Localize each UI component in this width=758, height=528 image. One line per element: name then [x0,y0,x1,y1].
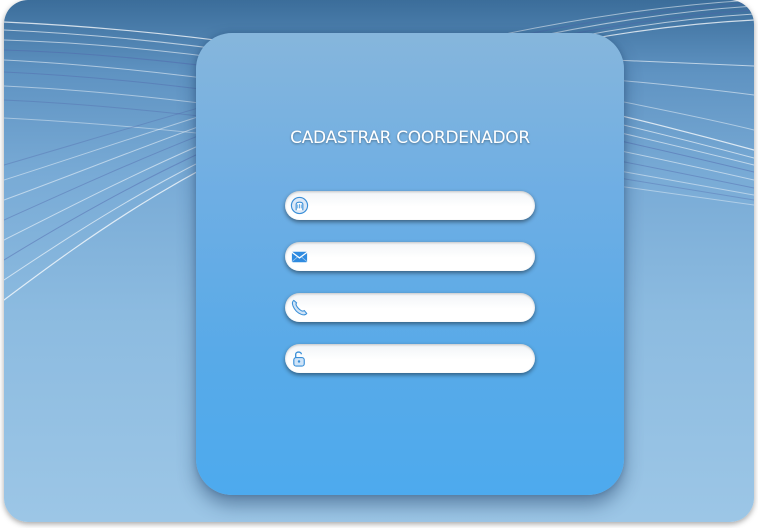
phone-field[interactable] [285,293,535,322]
phone-input[interactable] [315,293,525,322]
phone-icon [290,298,309,317]
envelope-icon [290,247,309,266]
register-card: CADASTRAR COORDENADOR [196,33,624,495]
name-field[interactable] [285,191,535,220]
user-icon [290,196,309,215]
name-input[interactable] [315,191,525,220]
form-title: CADASTRAR COORDENADOR [290,128,530,148]
password-field[interactable] [285,344,535,373]
email-field[interactable] [285,242,535,271]
password-input[interactable] [315,344,525,373]
email-input[interactable] [315,242,525,271]
app-window: CADASTRAR COORDENADOR [4,0,754,522]
padlock-icon [290,349,309,368]
